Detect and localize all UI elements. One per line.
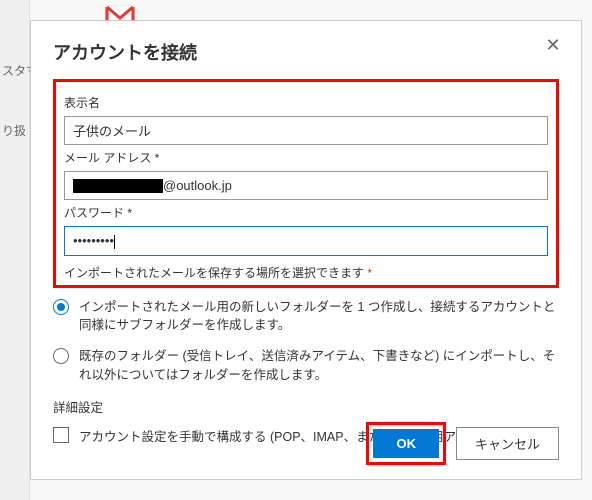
- import-options: インポートされたメール用の新しいフォルダーを 1 つ作成し、接続するアカウントと…: [53, 298, 559, 385]
- advanced-settings-label: 詳細設定: [53, 397, 559, 416]
- dialog-title: アカウントを接続: [53, 39, 559, 65]
- connect-account-dialog: アカウントを接続 ✕ 表示名 メール アドレス * @outlook.jp パス…: [30, 20, 582, 480]
- radio-new-folder[interactable]: インポートされたメール用の新しいフォルダーを 1 つ作成し、接続するアカウントと…: [53, 298, 559, 336]
- radio-icon: [53, 348, 69, 364]
- display-name-input[interactable]: [64, 116, 548, 145]
- password-label: パスワード *: [64, 204, 548, 221]
- email-domain: @outlook.jp: [163, 178, 232, 193]
- radio-label: 既存のフォルダー (受信トレイ、送信済みアイテム、下書きなど) にインポートし、…: [79, 347, 559, 385]
- dialog-footer: OK キャンセル: [366, 422, 559, 465]
- cancel-button[interactable]: キャンセル: [456, 427, 559, 460]
- text-caret: [114, 235, 115, 249]
- ok-button[interactable]: OK: [373, 429, 439, 458]
- highlighted-fields: 表示名 メール アドレス * @outlook.jp パスワード * •••••…: [53, 79, 559, 288]
- bg-text-2: り扱: [2, 122, 26, 139]
- radio-label: インポートされたメール用の新しいフォルダーを 1 つ作成し、接続するアカウントと…: [79, 298, 559, 336]
- import-location-note: インポートされたメールを保存する場所を選択できます *: [64, 264, 548, 281]
- ok-highlight: OK: [366, 422, 446, 465]
- email-input[interactable]: @outlook.jp: [64, 171, 548, 200]
- checkbox-icon: [53, 427, 69, 443]
- close-icon[interactable]: ✕: [543, 35, 563, 55]
- radio-icon: [53, 299, 69, 315]
- radio-existing-folder[interactable]: 既存のフォルダー (受信トレイ、送信済みアイテム、下書きなど) にインポートし、…: [53, 347, 559, 385]
- password-value: •••••••••: [73, 233, 114, 248]
- display-name-label: 表示名: [64, 94, 548, 111]
- redacted-email-local: [73, 179, 163, 193]
- password-input[interactable]: •••••••••: [64, 226, 548, 256]
- email-label: メール アドレス *: [64, 149, 548, 166]
